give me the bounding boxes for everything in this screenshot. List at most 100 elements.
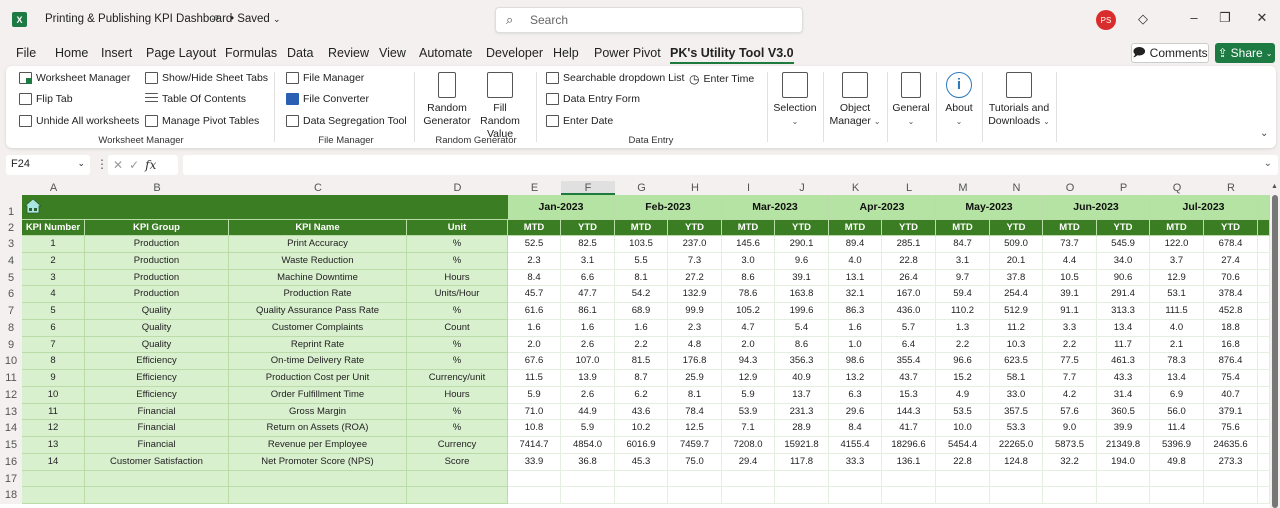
ytd-value-cell[interactable]: 6.4 <box>882 336 936 354</box>
mtd-value-cell[interactable]: 4.0 <box>1150 319 1204 337</box>
mtd-value-cell[interactable]: 12.9 <box>1150 269 1204 287</box>
tab-home[interactable]: Home <box>55 46 88 60</box>
mtd-value-cell[interactable] <box>722 470 775 488</box>
month-header[interactable]: May-2023 <box>936 195 1043 220</box>
tutorials-downloads-button[interactable]: Tutorials and Downloads ⌄ <box>986 72 1052 128</box>
mtd-value-cell[interactable]: 33.9 <box>508 453 561 471</box>
mtd-value-cell[interactable]: 110.2 <box>936 303 990 320</box>
row-header-13[interactable]: 13 <box>0 403 22 421</box>
mtd-value-cell[interactable] <box>1150 470 1204 488</box>
mtd-value-cell[interactable]: 53.1 <box>1150 286 1204 303</box>
mtd-value-cell[interactable]: 7208.0 <box>722 437 775 454</box>
ytd-value-cell[interactable]: 136.1 <box>882 453 936 471</box>
mtd-value-cell[interactable]: 8.7 <box>615 370 668 387</box>
ytd-value-cell[interactable] <box>775 487 829 504</box>
ytd-value-cell[interactable]: 20.1 <box>990 252 1043 270</box>
kpi-num-cell[interactable]: 9 <box>22 370 85 387</box>
enter-date-button[interactable]: Enter Date <box>546 115 613 127</box>
kpi-name-cell[interactable]: Waste Reduction <box>229 252 407 270</box>
ytd-value-cell[interactable]: 40.7 <box>1204 386 1258 404</box>
enter-time-button[interactable]: ◷ Enter Time <box>689 72 754 86</box>
mtd-value-cell[interactable]: 53.5 <box>936 403 990 421</box>
mtd-value-cell[interactable]: 98.6 <box>829 353 882 370</box>
ytd-value-cell[interactable]: 82.5 <box>561 236 615 253</box>
ytd-header[interactable]: YTD <box>668 220 722 236</box>
mtd-value-cell[interactable]: 2.2 <box>936 336 990 354</box>
month-header-filler[interactable] <box>1258 195 1270 220</box>
mtd-header[interactable]: MTD <box>615 220 668 236</box>
mtd-value-cell[interactable]: 5.9 <box>508 386 561 404</box>
mtd-value-cell[interactable] <box>936 487 990 504</box>
month-header[interactable]: Apr-2023 <box>829 195 936 220</box>
filler-cell[interactable] <box>1258 386 1270 404</box>
mtd-value-cell[interactable] <box>1043 487 1097 504</box>
mtd-value-cell[interactable]: 11.5 <box>508 370 561 387</box>
mtd-value-cell[interactable]: 45.3 <box>615 453 668 471</box>
mtd-value-cell[interactable]: 8.4 <box>508 269 561 287</box>
kpi-group-cell[interactable]: Financial <box>85 437 229 454</box>
row-header-5[interactable]: 5 <box>0 269 22 287</box>
selection-button[interactable]: Selection ⌄ <box>772 72 818 128</box>
column-header-q[interactable]: Q <box>1150 181 1204 195</box>
tab-automate[interactable]: Automate <box>419 46 473 60</box>
mtd-value-cell[interactable]: 4155.4 <box>829 437 882 454</box>
data-segregation-tool-button[interactable]: Data Segregation Tool <box>286 115 407 127</box>
ytd-value-cell[interactable]: 313.3 <box>1097 303 1150 320</box>
mtd-value-cell[interactable]: 91.1 <box>1043 303 1097 320</box>
column-title[interactable]: KPI Number <box>22 220 85 236</box>
ytd-value-cell[interactable]: 2.3 <box>668 319 722 337</box>
ytd-value-cell[interactable]: 43.7 <box>882 370 936 387</box>
mtd-value-cell[interactable]: 8.6 <box>722 269 775 287</box>
mtd-value-cell[interactable]: 2.1 <box>1150 336 1204 354</box>
ytd-value-cell[interactable]: 39.1 <box>775 269 829 287</box>
mtd-value-cell[interactable]: 2.3 <box>508 252 561 270</box>
kpi-unit-cell[interactable]: Hours <box>407 269 508 287</box>
column-header-g[interactable]: G <box>615 181 668 195</box>
ytd-value-cell[interactable]: 545.9 <box>1097 236 1150 253</box>
mtd-value-cell[interactable]: 29.4 <box>722 453 775 471</box>
ytd-value-cell[interactable]: 7.3 <box>668 252 722 270</box>
kpi-group-cell[interactable]: Financial <box>85 420 229 437</box>
mtd-value-cell[interactable]: 49.8 <box>1150 453 1204 471</box>
kpi-name-cell[interactable]: Customer Complaints <box>229 319 407 337</box>
column-header-h[interactable]: H <box>668 181 722 195</box>
ytd-value-cell[interactable] <box>1204 470 1258 488</box>
ytd-value-cell[interactable]: 357.5 <box>990 403 1043 421</box>
kpi-unit-cell[interactable]: % <box>407 353 508 370</box>
ytd-value-cell[interactable]: 452.8 <box>1204 303 1258 320</box>
ytd-value-cell[interactable] <box>668 487 722 504</box>
column-header-c[interactable]: C <box>229 181 407 195</box>
ytd-value-cell[interactable]: 231.3 <box>775 403 829 421</box>
mtd-header[interactable]: MTD <box>508 220 561 236</box>
filler-cell[interactable] <box>1258 303 1270 320</box>
insert-function-icon[interactable]: fx <box>145 158 156 172</box>
mtd-value-cell[interactable]: 2.0 <box>722 336 775 354</box>
ytd-value-cell[interactable] <box>1204 487 1258 504</box>
ytd-value-cell[interactable]: 36.8 <box>561 453 615 471</box>
filler-cell[interactable] <box>1258 453 1270 471</box>
ytd-value-cell[interactable]: 99.9 <box>668 303 722 320</box>
about-button[interactable]: i About ⌄ <box>941 72 977 128</box>
kpi-num-cell[interactable]: 12 <box>22 420 85 437</box>
column-header-f[interactable]: F <box>561 181 615 195</box>
mtd-value-cell[interactable] <box>829 470 882 488</box>
ytd-value-cell[interactable]: 6.6 <box>561 269 615 287</box>
mtd-value-cell[interactable]: 8.4 <box>829 420 882 437</box>
filler-cell[interactable] <box>1258 470 1270 488</box>
kpi-group-cell[interactable]: Production <box>85 269 229 287</box>
general-button[interactable]: General ⌄ <box>892 72 930 128</box>
column-header-i[interactable]: I <box>722 181 775 195</box>
column-header-j[interactable]: J <box>775 181 829 195</box>
kpi-unit-cell[interactable] <box>407 470 508 488</box>
kpi-num-cell[interactable]: 13 <box>22 437 85 454</box>
mtd-value-cell[interactable]: 10.0 <box>936 420 990 437</box>
mtd-value-cell[interactable] <box>829 487 882 504</box>
kpi-num-cell[interactable]: 8 <box>22 353 85 370</box>
mtd-value-cell[interactable]: 12.9 <box>722 370 775 387</box>
mtd-value-cell[interactable]: 39.1 <box>1043 286 1097 303</box>
ytd-value-cell[interactable]: 34.0 <box>1097 252 1150 270</box>
ytd-value-cell[interactable]: 132.9 <box>668 286 722 303</box>
ytd-value-cell[interactable] <box>990 487 1043 504</box>
cancel-icon[interactable]: ✕ <box>113 158 123 172</box>
filler-cell[interactable] <box>1258 336 1270 354</box>
